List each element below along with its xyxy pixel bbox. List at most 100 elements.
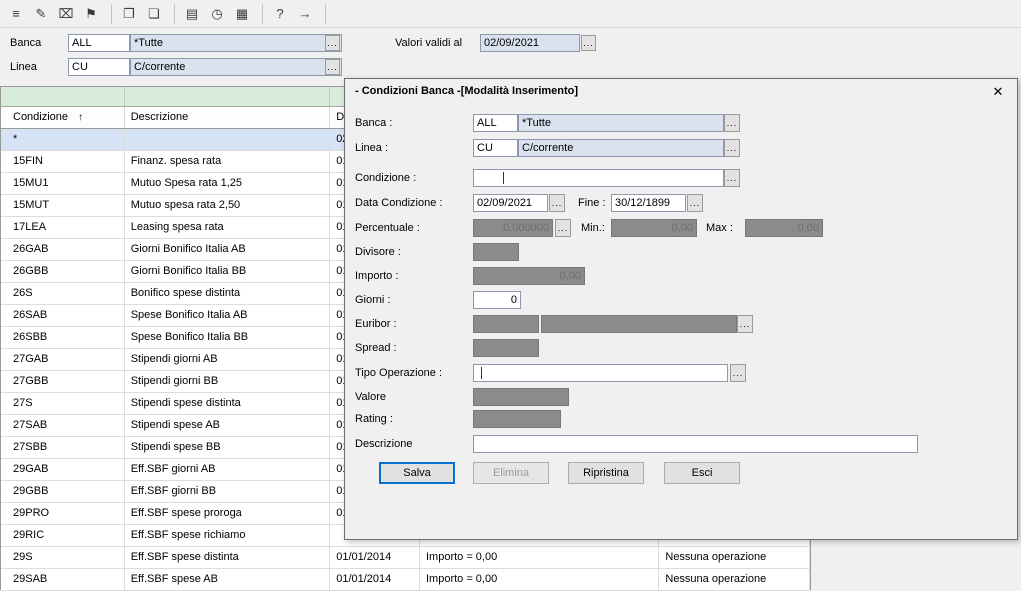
elimina-button[interactable]: Elimina	[473, 462, 549, 484]
delete-icon[interactable]: ⌧	[55, 4, 77, 24]
cell-condizione: 27S	[1, 393, 125, 414]
cell-descrizione: Eff.SBF spese richiamo	[125, 525, 330, 546]
toolbar-separator	[262, 4, 263, 24]
percentuale-label: Percentuale :	[355, 219, 420, 237]
linea-filter-desc: C/corrente	[130, 58, 342, 76]
spread-label: Spread :	[355, 339, 397, 357]
linea-filter-code-input[interactable]	[68, 58, 130, 76]
close-icon[interactable]: ✕	[987, 83, 1009, 101]
cell-condizione: *	[1, 129, 125, 150]
banca-label: Banca :	[355, 114, 392, 132]
cell-condizione: 29SAB	[1, 569, 125, 590]
cell-condizione: 26GBB	[1, 261, 125, 282]
toolbar: ≡✎⌧⚑ ❐❏ ▤◷▦?→	[0, 0, 1021, 28]
dialog-linea-desc: C/corrente	[518, 139, 724, 157]
cell-descrizione: Stipendi giorni AB	[125, 349, 330, 370]
cell-condizione: 29S	[1, 547, 125, 568]
valore-label: Valore	[355, 388, 386, 406]
cell-operazione: Nessuna operazione	[659, 569, 810, 590]
print-icon[interactable]: ▤	[181, 4, 203, 24]
cell-condizione: 29RIC	[1, 525, 125, 546]
rating-field	[473, 410, 561, 428]
cell-condizione: 29GAB	[1, 459, 125, 480]
dialog-linea-code-input[interactable]	[473, 139, 518, 157]
divisore-label: Divisore :	[355, 243, 401, 261]
data-condizione-input[interactable]	[473, 194, 548, 212]
table-row[interactable]: 29S Eff.SBF spese distinta 01/01/2014 Im…	[1, 547, 810, 569]
cell-descrizione	[125, 129, 330, 150]
cell-descrizione: Stipendi giorni BB	[125, 371, 330, 392]
divisore-field	[473, 243, 519, 261]
text-caret	[503, 172, 504, 184]
cell-importo: Importo = 0,00	[420, 569, 659, 590]
copy-icon[interactable]: ❐	[118, 4, 140, 24]
help-icon[interactable]: ?	[269, 4, 291, 24]
giorni-label: Giorni :	[355, 291, 390, 309]
fine-lookup-button[interactable]: ...	[687, 194, 703, 212]
linea-filter-lookup-button[interactable]: ...	[325, 59, 340, 75]
min-field: 0,00	[611, 219, 697, 237]
cell-descrizione: Leasing spesa rata	[125, 217, 330, 238]
dialog-condizioni-banca: - Condizioni Banca -[Modalità Inseriment…	[344, 78, 1018, 540]
valori-validi-lookup-button[interactable]: ...	[581, 35, 596, 51]
tag-icon[interactable]: ⚑	[80, 4, 102, 24]
toolbar-separator	[325, 4, 326, 24]
cell-descrizione: Spese Bonifico Italia AB	[125, 305, 330, 326]
condizione-lookup-button[interactable]: ...	[724, 169, 740, 187]
cell-descrizione: Spese Bonifico Italia BB	[125, 327, 330, 348]
linea-lookup-button[interactable]: ...	[724, 139, 740, 157]
cell-descrizione: Eff.SBF spese proroga	[125, 503, 330, 524]
report-icon[interactable]: ▦	[231, 4, 253, 24]
esci-button[interactable]: Esci	[664, 462, 740, 484]
header-condizione[interactable]: Condizione↑	[1, 107, 125, 128]
group-band-cell	[125, 87, 330, 106]
condizione-label: Condizione :	[355, 169, 416, 187]
tipo-operazione-input[interactable]	[473, 364, 728, 382]
ripristina-button[interactable]: Ripristina	[568, 462, 644, 484]
edit-icon[interactable]: ✎	[30, 4, 52, 24]
euribor-lookup-button[interactable]: ...	[737, 315, 753, 333]
cell-condizione: 15MUT	[1, 195, 125, 216]
tipo-operazione-lookup-button[interactable]: ...	[730, 364, 746, 382]
banca-filter-code-input[interactable]	[68, 34, 130, 52]
exit-icon[interactable]: →	[294, 4, 316, 24]
rating-label: Rating :	[355, 410, 393, 428]
dialog-title: - Condizioni Banca -[Modalità Inseriment…	[355, 85, 578, 97]
cell-condizione: 29GBB	[1, 481, 125, 502]
sort-asc-icon: ↑	[78, 112, 83, 123]
linea-filter-label: Linea	[10, 58, 37, 76]
linea-label: Linea :	[355, 139, 388, 157]
cell-descrizione: Finanz. spesa rata	[125, 151, 330, 172]
percentuale-lookup-button[interactable]: ...	[555, 219, 571, 237]
condizione-input[interactable]	[473, 169, 724, 187]
max-field: 0,00	[745, 219, 823, 237]
print-preview-icon[interactable]: ◷	[206, 4, 228, 24]
header-descrizione[interactable]: Descrizione	[125, 107, 330, 128]
fine-label: Fine :	[578, 194, 606, 212]
data-condizione-lookup-button[interactable]: ...	[549, 194, 565, 212]
euribor-label: Euribor :	[355, 315, 397, 333]
cell-condizione: 26SBB	[1, 327, 125, 348]
banca-lookup-button[interactable]: ...	[724, 114, 740, 132]
valori-validi-label: Valori validi al	[395, 34, 462, 52]
duplicate-icon[interactable]: ❏	[143, 4, 165, 24]
cell-descrizione: Mutuo Spesa rata 1,25	[125, 173, 330, 194]
banca-filter-lookup-button[interactable]: ...	[325, 35, 340, 51]
cell-descrizione: Eff.SBF spese distinta	[125, 547, 330, 568]
list-edit-icon[interactable]: ≡	[5, 4, 27, 24]
giorni-input[interactable]	[473, 291, 521, 309]
table-row[interactable]: 29SAB Eff.SBF spese AB 01/01/2014 Import…	[1, 569, 810, 591]
toolbar-separator	[111, 4, 112, 24]
cell-condizione: 29PRO	[1, 503, 125, 524]
descrizione-input[interactable]	[473, 435, 918, 453]
dialog-banca-code-input[interactable]	[473, 114, 518, 132]
fine-input[interactable]	[611, 194, 686, 212]
cell-data: 01/01/2014	[330, 547, 420, 568]
cell-condizione: 15MU1	[1, 173, 125, 194]
cell-condizione: 17LEA	[1, 217, 125, 238]
cell-condizione: 15FIN	[1, 151, 125, 172]
cell-data: 01/01/2014	[330, 569, 420, 590]
importo-field: 0,00	[473, 267, 585, 285]
salva-button[interactable]: Salva	[379, 462, 455, 484]
euribor-desc-field	[541, 315, 737, 333]
